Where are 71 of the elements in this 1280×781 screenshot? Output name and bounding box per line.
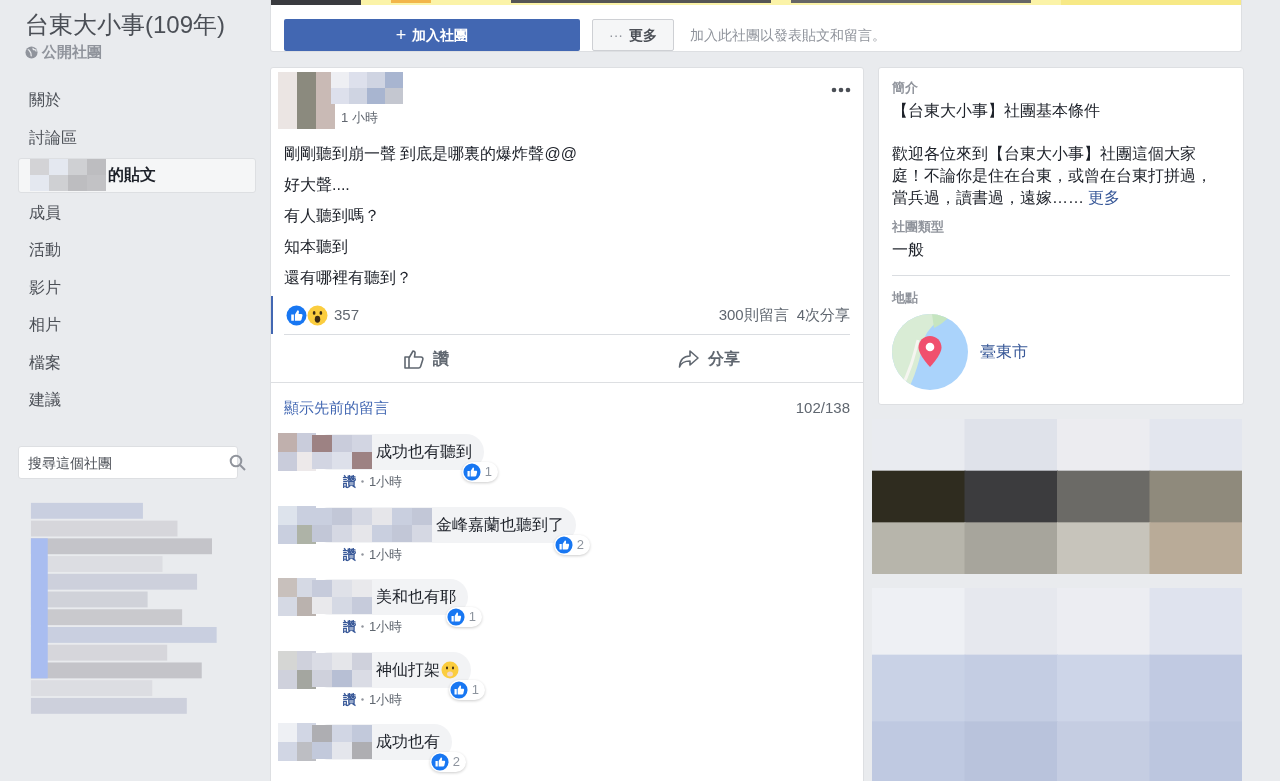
comment-time: 1小時 — [369, 473, 403, 491]
section-heading: 社團類型 — [892, 217, 945, 236]
share-count[interactable]: 4次分享 — [796, 303, 850, 327]
separator-dot-icon — [361, 697, 364, 701]
separator-dot-icon — [361, 625, 364, 629]
comment-text: 成功也有聽到 — [376, 442, 472, 462]
more-button[interactable]: ··· 更多 — [592, 19, 674, 51]
post-text: 好大聲.... — [284, 175, 351, 195]
like-icon — [554, 535, 573, 554]
nav-item[interactable]: 成員 — [18, 195, 256, 230]
group-title: 台東大小事(109年) — [25, 10, 227, 40]
nav-item[interactable]: 相片 — [18, 307, 256, 343]
nav-item[interactable]: 關於 — [18, 82, 256, 118]
group-type: 一般 — [892, 240, 925, 260]
thumbs-up-icon — [402, 347, 425, 370]
redacted-name — [331, 72, 403, 104]
location-link[interactable]: 臺東市 — [980, 339, 1028, 364]
comment-time: 1小時 — [369, 690, 403, 709]
comment-text: 成功也有 — [376, 732, 440, 752]
comment-text: 美和也有耶 — [376, 587, 456, 607]
location-pin-icon — [917, 334, 943, 368]
comment-time: 1小時 — [369, 618, 403, 636]
like-link[interactable]: 讚 — [343, 617, 356, 637]
about-description: 歡迎各位來到【台東大小事】社團這個大家庭！不論你是住在台東，或曾在台東打拼過，當兵過，讀書過，遠嫁…… 更多 — [892, 143, 1213, 208]
nav-item[interactable]: 影片 — [18, 270, 256, 305]
nav-item[interactable]: 的貼文 — [18, 157, 256, 193]
like-icon — [430, 753, 449, 771]
comment-text: 金峰嘉蘭也聽到了 — [436, 514, 564, 535]
nav-item[interactable]: 討論區 — [18, 120, 256, 155]
post-time: 1 小時 — [341, 109, 379, 127]
redacted-name — [312, 435, 372, 469]
nav-item[interactable]: 活動 — [18, 232, 256, 268]
privacy-label: 公開社團 — [42, 42, 102, 62]
about-title: 【台東大小事】社團基本條件 — [892, 100, 1101, 121]
emoji-icon — [441, 660, 459, 679]
post-text: 知本聽到 — [284, 237, 349, 257]
post-text: 有人聽到嗎？ — [284, 206, 381, 226]
like-link[interactable]: 讚 — [343, 472, 356, 492]
separator-dot-icon — [361, 552, 364, 556]
like-link[interactable]: 讚 — [343, 544, 356, 564]
more-link[interactable]: 更多 — [1088, 188, 1121, 206]
share-arrow-icon — [677, 348, 700, 369]
previous-comments-link[interactable]: 顯示先前的留言 — [284, 396, 389, 420]
reaction-count[interactable]: 357 — [334, 303, 360, 327]
comment-page-count: 102/138 — [795, 397, 850, 418]
redacted-name — [312, 652, 372, 687]
post-text: 剛剛聽到崩一聲 到底是哪裏的爆炸聲@@ — [284, 144, 578, 164]
globe-icon — [25, 45, 38, 59]
comment-text: 神仙打架 — [376, 659, 440, 680]
more-options-icon[interactable] — [831, 87, 851, 93]
like-button[interactable]: 讚 — [284, 338, 567, 379]
nav-item[interactable]: 建議 — [18, 382, 256, 418]
comment-count[interactable]: 300則留言 — [718, 303, 789, 327]
search-icon[interactable] — [229, 454, 246, 471]
share-button[interactable]: 分享 — [567, 338, 850, 379]
separator-dot-icon — [361, 480, 364, 484]
redacted-name — [312, 725, 372, 759]
search-field[interactable]: 搜尋這個社團 — [18, 446, 238, 479]
join-hint: 加入此社團以發表貼文和留言。 — [690, 25, 886, 45]
like-icon — [449, 680, 468, 699]
like-link[interactable]: 讚 — [343, 689, 356, 709]
like-icon — [446, 608, 465, 626]
join-group-button[interactable]: + 加入社團 — [284, 19, 580, 51]
post-text: 還有哪裡有聽到？ — [284, 268, 413, 288]
comment-time: 1小時 — [369, 545, 403, 564]
nav-item[interactable]: 檔案 — [18, 345, 256, 380]
like-icon — [462, 463, 481, 481]
section-heading: 簡介 — [892, 79, 919, 97]
wow-icon — [307, 304, 328, 326]
section-heading: 地點 — [892, 289, 919, 307]
like-icon — [286, 304, 307, 326]
